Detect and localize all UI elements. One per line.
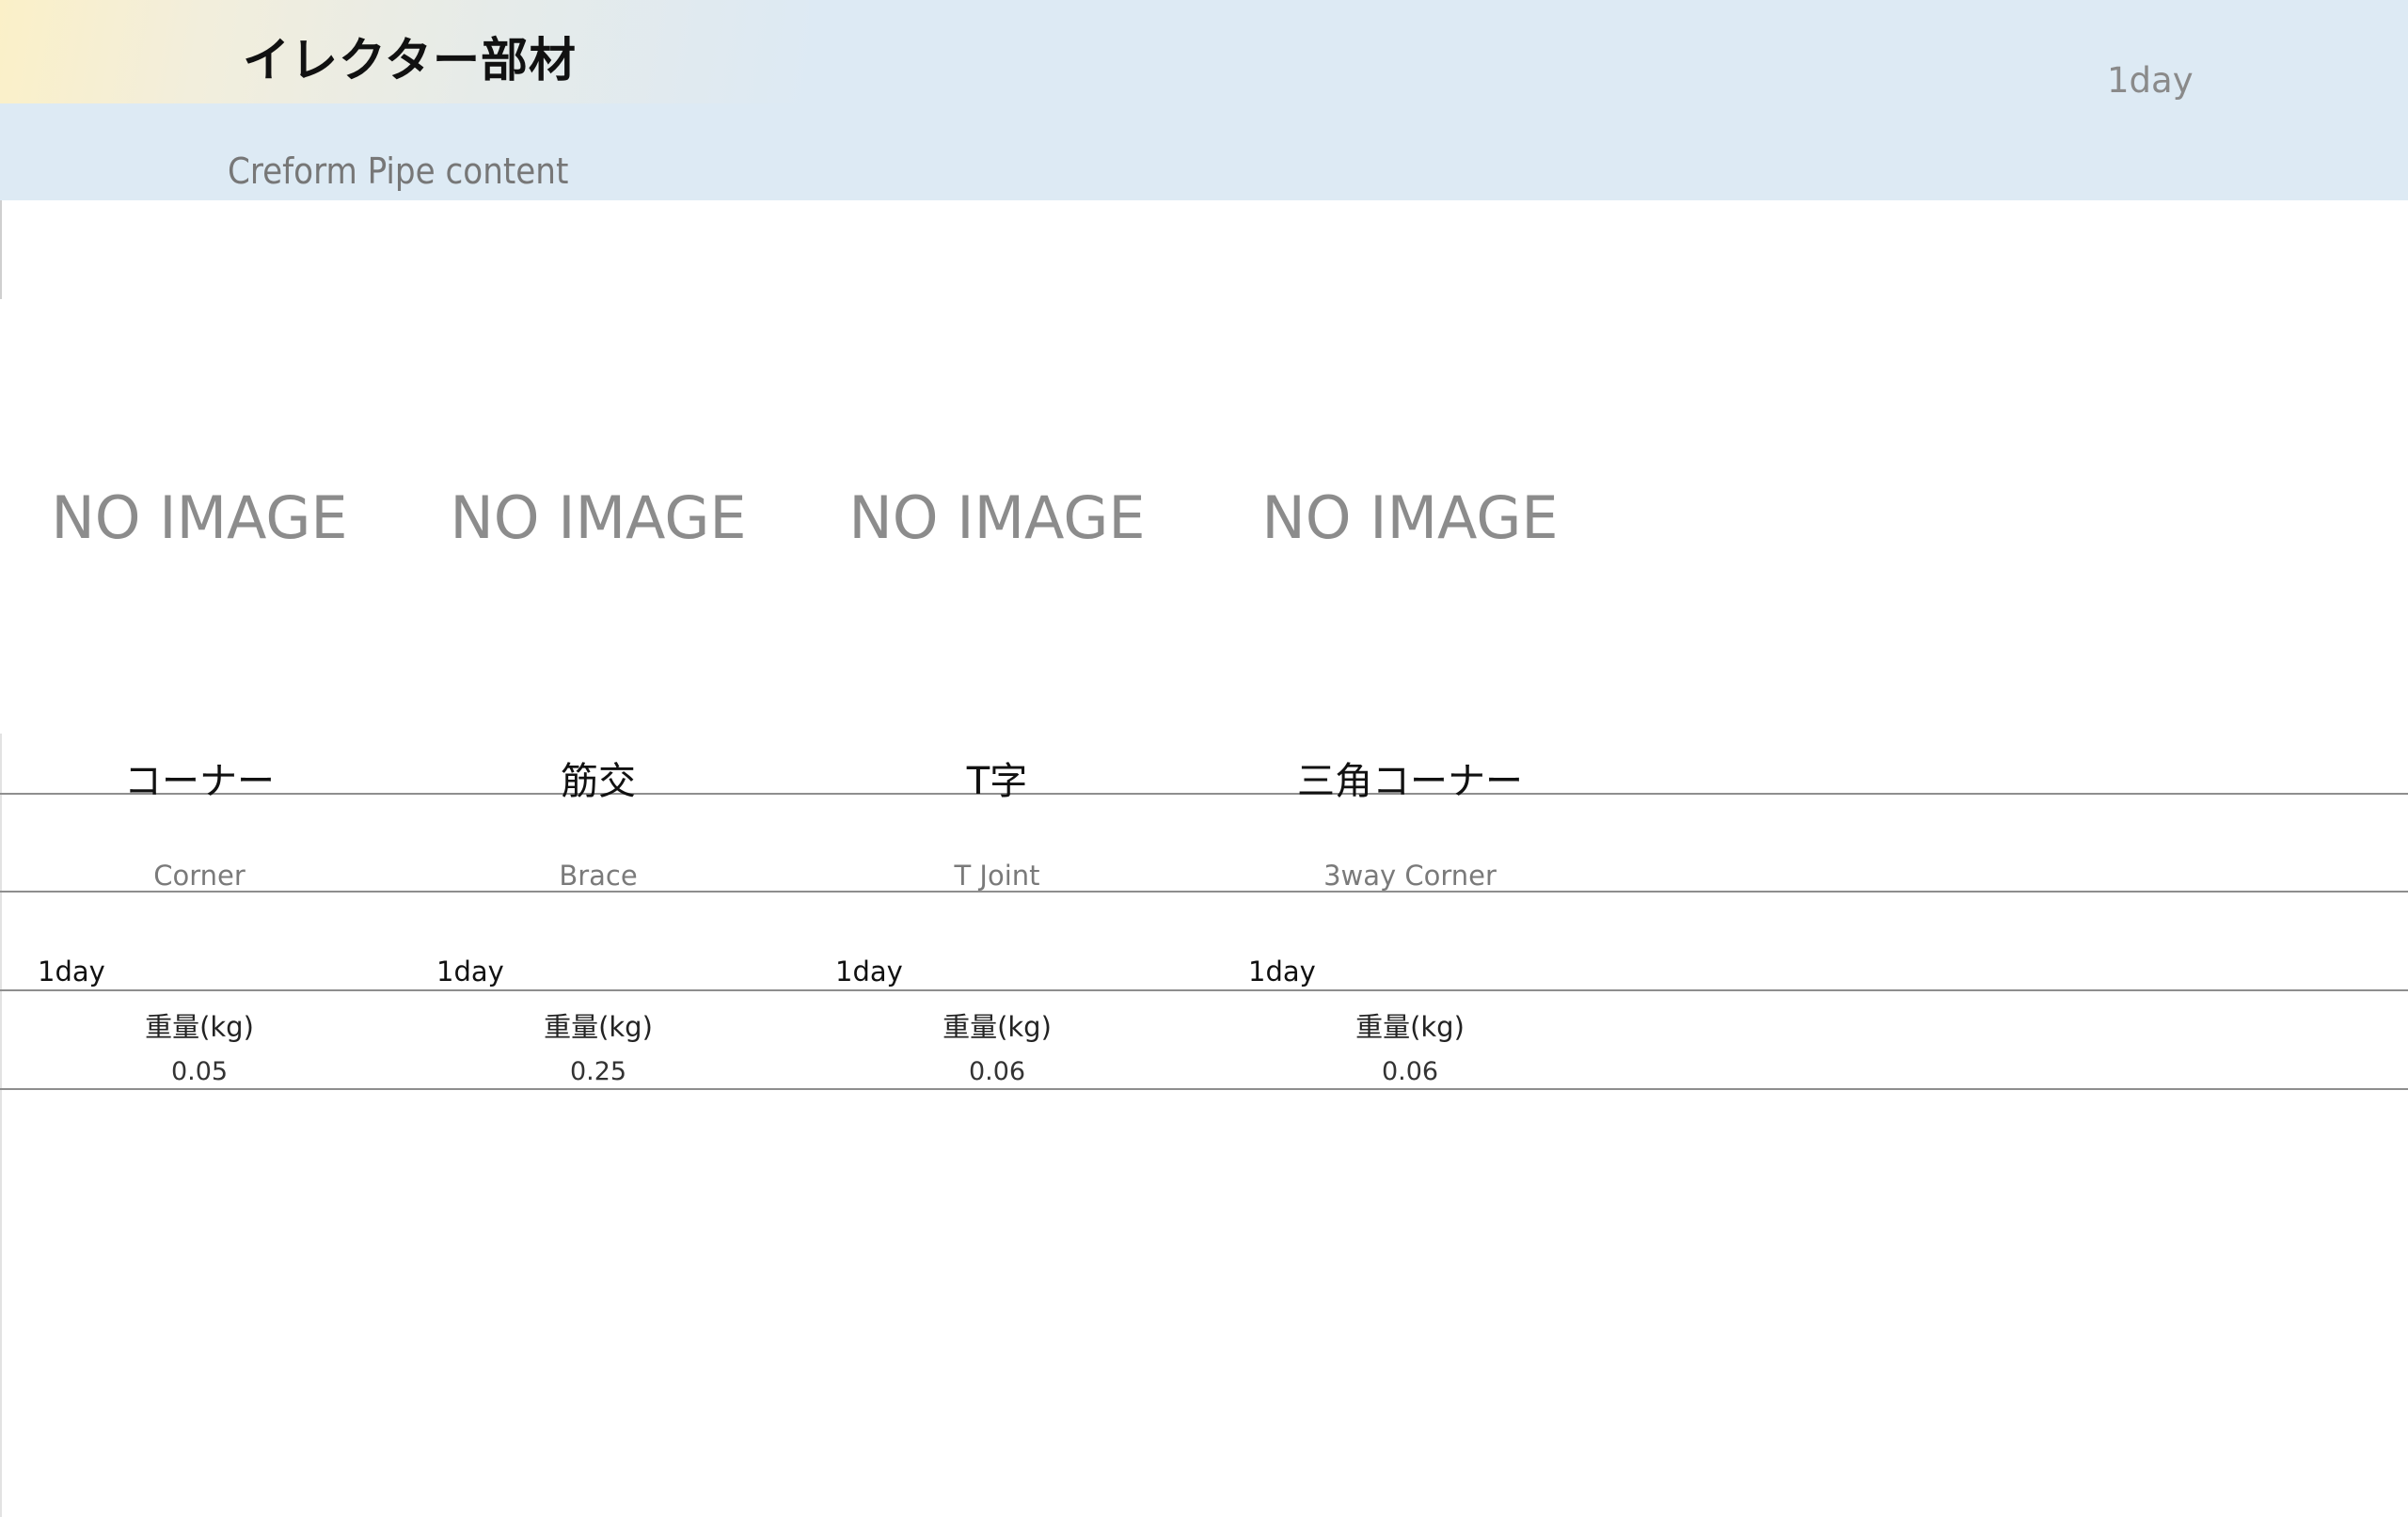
weight-label: 重量(kg) [943, 1011, 1052, 1043]
product-lead-time: 1day [436, 956, 504, 988]
product-card-3way-corner: NO IMAGE 三角コーナー 3way Corner 1day 重量(kg) … [1212, 0, 1608, 1517]
product-card-brace: NO IMAGE 筋交 Brace 1day 重量(kg) 0.25 [401, 0, 796, 1517]
product-name-en: Brace [559, 860, 638, 892]
weight-label: 重量(kg) [145, 1011, 254, 1043]
product-lead-time: 1day [38, 956, 105, 988]
product-lead-time: 1day [1248, 956, 1316, 988]
weight-value: 0.06 [1381, 1057, 1439, 1086]
product-image-placeholder: NO IMAGE [848, 483, 1146, 552]
product-lead-time: 1day [835, 956, 903, 988]
product-image-placeholder: NO IMAGE [1261, 483, 1559, 552]
product-name-ja: 三角コーナー [1297, 760, 1523, 803]
product-image-placeholder: NO IMAGE [450, 483, 747, 552]
weight-value: 0.06 [968, 1057, 1026, 1086]
product-card-corner: NO IMAGE コーナー Corner 1day 重量(kg) 0.05 [2, 0, 397, 1517]
catalog-page: イレクター部材 Creform Pipe content 1day NO IMA… [0, 0, 2408, 1517]
product-name-ja: 筋交 [561, 760, 636, 803]
product-name-en: T Joint [954, 860, 1040, 892]
weight-value: 0.05 [170, 1057, 229, 1086]
product-name-en: 3way Corner [1323, 860, 1497, 892]
product-name-ja: コーナー [124, 760, 275, 803]
weight-label: 重量(kg) [544, 1011, 653, 1043]
weight-value: 0.25 [569, 1057, 627, 1086]
product-name-ja: T字 [966, 760, 1028, 803]
product-card-t-joint: NO IMAGE T字 T Joint 1day 重量(kg) 0.06 [800, 0, 1195, 1517]
weight-label: 重量(kg) [1355, 1011, 1465, 1043]
product-image-placeholder: NO IMAGE [51, 483, 348, 552]
header-lead-time: 1day [2107, 60, 2194, 101]
product-name-en: Corner [153, 860, 246, 892]
